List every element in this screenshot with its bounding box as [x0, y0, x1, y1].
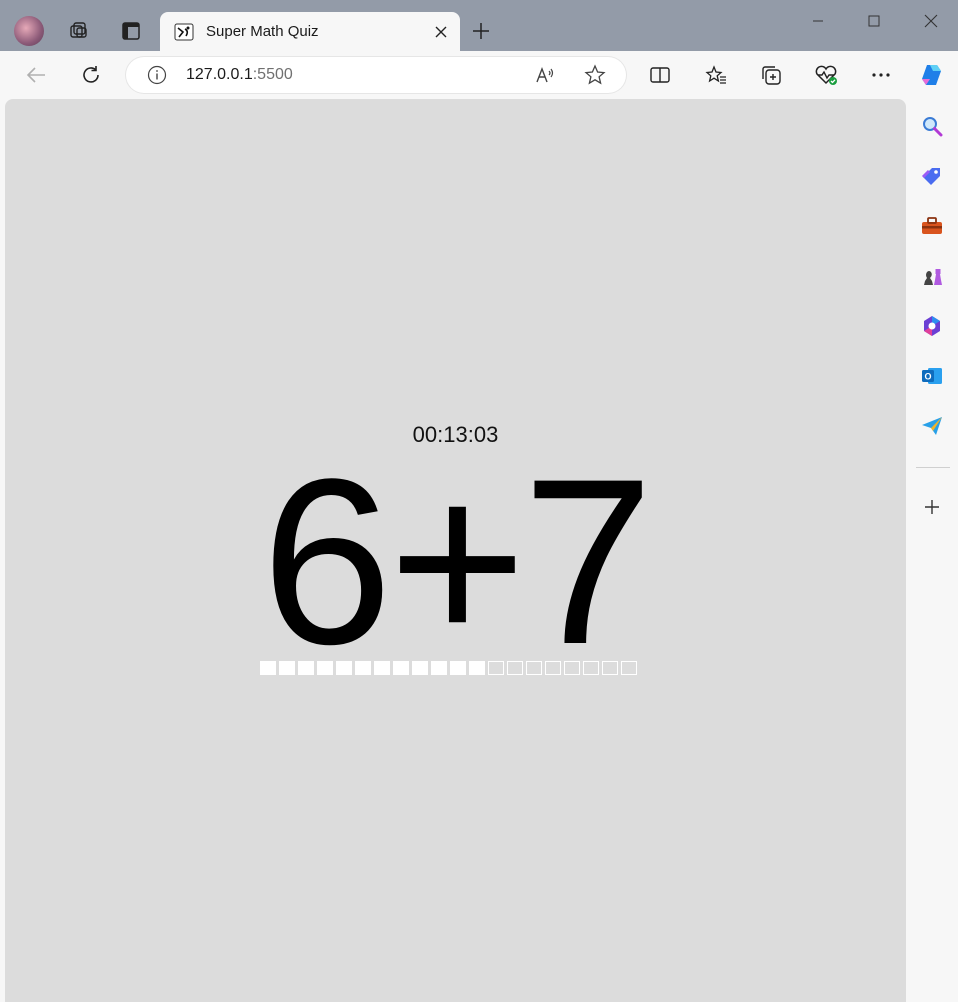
toolbox-icon[interactable] [918, 212, 946, 240]
progress-cell-filled [431, 661, 447, 675]
progress-cell-empty [507, 661, 523, 675]
progress-cell-empty [621, 661, 637, 675]
progress-cell-empty [545, 661, 561, 675]
outlook-icon[interactable]: O [918, 362, 946, 390]
svg-text:O: O [924, 372, 931, 382]
site-info-icon[interactable] [146, 64, 168, 86]
progress-cell-filled [336, 661, 352, 675]
microsoft365-icon[interactable] [918, 312, 946, 340]
browser-toolbar: 127.0.0.1:5500 [0, 51, 958, 99]
workspaces-icon[interactable] [64, 16, 94, 46]
send-icon[interactable] [918, 412, 946, 440]
address-host: 127.0.0.1 [186, 66, 253, 83]
copilot-icon[interactable] [918, 60, 948, 90]
progress-cell-filled [374, 661, 390, 675]
browser-titlebar: Super Math Quiz [0, 0, 958, 51]
browser-essentials-icon[interactable] [811, 60, 841, 90]
progress-cell-empty [602, 661, 618, 675]
search-icon[interactable] [918, 112, 946, 140]
read-aloud-icon[interactable] [530, 60, 560, 90]
quiz-problem: 6+7 [261, 430, 653, 694]
tab-title: Super Math Quiz [206, 23, 319, 40]
new-tab-icon[interactable] [466, 16, 496, 46]
quiz-progress-bar [260, 661, 637, 675]
progress-cell-filled [317, 661, 333, 675]
maximize-icon[interactable] [851, 6, 897, 36]
address-port: :5500 [252, 66, 293, 83]
progress-cell-empty [526, 661, 542, 675]
tab-close-icon[interactable] [426, 17, 456, 47]
page-viewport: 00:13:03 6+7 [5, 99, 906, 1002]
tab-favicon-icon [174, 22, 194, 42]
progress-cell-filled [279, 661, 295, 675]
favorites-icon[interactable] [701, 60, 731, 90]
progress-cell-filled [355, 661, 371, 675]
tab-actions-icon[interactable] [116, 16, 146, 46]
progress-cell-filled [260, 661, 276, 675]
refresh-icon[interactable] [76, 60, 106, 90]
progress-cell-filled [298, 661, 314, 675]
progress-cell-filled [450, 661, 466, 675]
progress-cell-filled [412, 661, 428, 675]
close-window-icon[interactable] [908, 6, 954, 36]
add-icon[interactable] [918, 493, 946, 521]
split-screen-icon[interactable] [645, 60, 675, 90]
favorite-star-icon[interactable] [580, 60, 610, 90]
sidebar-divider [916, 467, 950, 468]
progress-cell-filled [393, 661, 409, 675]
back-icon[interactable] [21, 60, 51, 90]
collections-icon[interactable] [756, 60, 786, 90]
more-options-icon[interactable] [866, 60, 896, 90]
tab-active[interactable]: Super Math Quiz [160, 12, 460, 51]
shopping-tag-icon[interactable] [918, 162, 946, 190]
progress-cell-empty [488, 661, 504, 675]
progress-cell-empty [564, 661, 580, 675]
progress-cell-filled [469, 661, 485, 675]
chess-icon[interactable] [918, 262, 946, 290]
progress-cell-empty [583, 661, 599, 675]
edge-sidebar: O [906, 99, 958, 1002]
profile-avatar[interactable] [14, 16, 44, 46]
minimize-icon[interactable] [795, 6, 841, 36]
